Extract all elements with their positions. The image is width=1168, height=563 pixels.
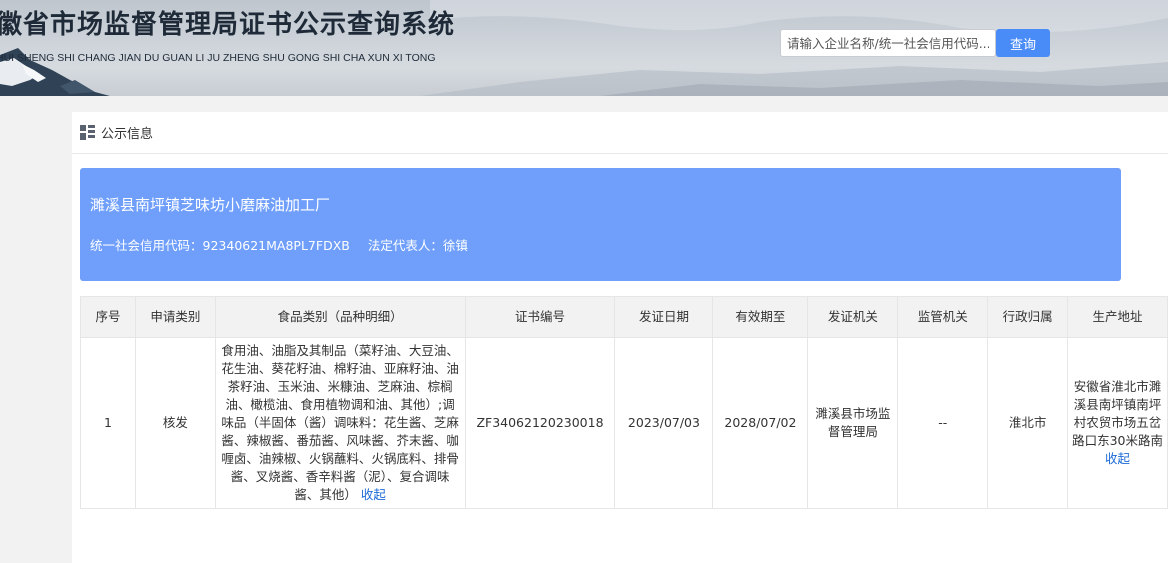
cell-valid-until: 2028/07/02 bbox=[712, 337, 809, 509]
legal-rep-value: 徐镇 bbox=[442, 238, 468, 253]
cell-admin-area: 淮北市 bbox=[987, 337, 1069, 509]
section-label: 公示信息 bbox=[101, 127, 154, 142]
legal-rep-label: 法定代表人： bbox=[367, 238, 443, 253]
food-category-text: 食用油、油脂及其制品（菜籽油、大豆油、花生油、葵花籽油、棉籽油、亚麻籽油、油茶籽… bbox=[221, 343, 459, 502]
cell-cert-no: ZF34062120230018 bbox=[464, 337, 616, 509]
credit-code-label: 统一社会信用代码： bbox=[90, 238, 203, 253]
col-header-cert-no: 证书编号 bbox=[464, 296, 616, 338]
col-header-address: 生产地址 bbox=[1067, 296, 1168, 338]
food-category-collapse-link[interactable]: 收起 bbox=[361, 487, 386, 502]
company-info-panel: 濉溪县南坪镇芝味坊小磨麻油加工厂 统一社会信用代码：92340621MA8PL7… bbox=[80, 168, 1121, 281]
col-header-valid-until: 有效期至 bbox=[712, 296, 809, 338]
address-text: 安徽省淮北市濉溪县南坪镇南坪村农贸市场五岔路口东30米路南 bbox=[1072, 379, 1163, 448]
cell-issue-date: 2023/07/03 bbox=[614, 337, 714, 509]
search-button[interactable]: 查询 bbox=[996, 29, 1050, 57]
company-name: 濉溪县南坪镇芝味坊小磨麻油加工厂 bbox=[90, 196, 331, 214]
col-header-admin-area: 行政归属 bbox=[987, 296, 1069, 338]
page-title: 徽省市场监督管理局证书公示查询系统 bbox=[0, 10, 456, 40]
certificate-table: 序号 申请类别 食品类别（品种明细） 证书编号 发证日期 有效期至 发证机关 监… bbox=[80, 296, 1168, 509]
cell-address: 安徽省淮北市濉溪县南坪镇南坪村农贸市场五岔路口东30米路南 收起 bbox=[1067, 337, 1168, 509]
address-collapse-link[interactable]: 收起 bbox=[1105, 451, 1130, 466]
header-banner: 徽省市场监督管理局证书公示查询系统 HUI SHENG SHI CHANG JI… bbox=[0, 0, 1168, 96]
card-header: 公示信息 bbox=[72, 112, 1168, 154]
col-header-issue-date: 发证日期 bbox=[614, 296, 714, 338]
cell-supervisor: -- bbox=[897, 337, 989, 509]
cell-index: 1 bbox=[80, 337, 136, 509]
col-header-supervisor: 监管机关 bbox=[897, 296, 989, 338]
search-input[interactable] bbox=[780, 29, 996, 57]
company-meta: 统一社会信用代码：92340621MA8PL7FDXB 法定代表人：徐镇 bbox=[90, 235, 468, 254]
col-header-food-category: 食品类别（品种明细） bbox=[214, 296, 466, 338]
col-header-issuer: 发证机关 bbox=[807, 296, 899, 338]
table-row: 1 核发 食用油、油脂及其制品（菜籽油、大豆油、花生油、葵花籽油、棉籽油、亚麻籽… bbox=[80, 337, 1168, 509]
list-grid-icon bbox=[80, 125, 95, 140]
cell-issuer: 濉溪县市场监督管理局 bbox=[807, 337, 899, 509]
credit-code-value: 92340621MA8PL7FDXB bbox=[202, 238, 350, 253]
col-header-index: 序号 bbox=[80, 296, 136, 338]
public-info-card: 公示信息 濉溪县南坪镇芝味坊小磨麻油加工厂 统一社会信用代码：92340621M… bbox=[72, 112, 1168, 563]
page-subtitle-pinyin: HUI SHENG SHI CHANG JIAN DU GUAN LI JU Z… bbox=[0, 52, 436, 64]
cell-apply-type: 核发 bbox=[134, 337, 216, 509]
col-header-apply-type: 申请类别 bbox=[134, 296, 216, 338]
table-header-row: 序号 申请类别 食品类别（品种明细） 证书编号 发证日期 有效期至 发证机关 监… bbox=[80, 296, 1168, 338]
cell-food-category: 食用油、油脂及其制品（菜籽油、大豆油、花生油、葵花籽油、棉籽油、亚麻籽油、油茶籽… bbox=[214, 337, 466, 509]
